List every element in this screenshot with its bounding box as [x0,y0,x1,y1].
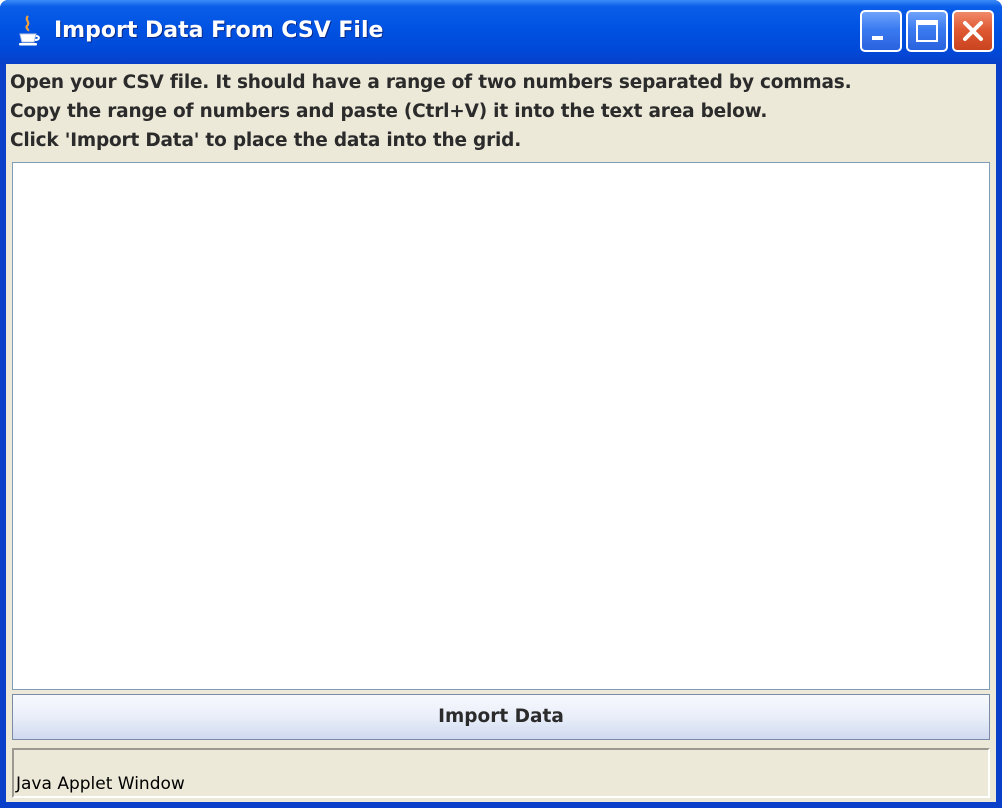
window-client-area: Open your CSV file. It should have a ran… [6,64,996,802]
instruction-line-1: Open your CSV file. It should have a ran… [10,72,852,93]
close-button[interactable] [952,10,994,52]
csv-text-area[interactable] [13,163,989,689]
maximize-icon [916,20,938,42]
applet-warning-text: Java Applet Window [16,774,185,794]
applet-status-bar: Java Applet Window [12,748,990,798]
instruction-line-2: Copy the range of numbers and paste (Ctr… [10,101,768,122]
window-title: Import Data From CSV File [54,18,384,43]
import-csv-window: Import Data From CSV File Open your CSV … [0,0,1002,808]
csv-text-area-container [12,162,990,690]
minimize-icon [872,36,883,40]
java-cup-icon[interactable] [16,14,40,48]
instruction-line-3: Click 'Import Data' to place the data in… [10,130,522,151]
close-icon [963,21,983,41]
title-bar[interactable]: Import Data From CSV File [0,0,1002,64]
minimize-button[interactable] [860,10,902,52]
instructions: Open your CSV file. It should have a ran… [10,68,990,155]
maximize-button[interactable] [906,10,948,52]
import-data-button[interactable]: Import Data [12,694,990,740]
